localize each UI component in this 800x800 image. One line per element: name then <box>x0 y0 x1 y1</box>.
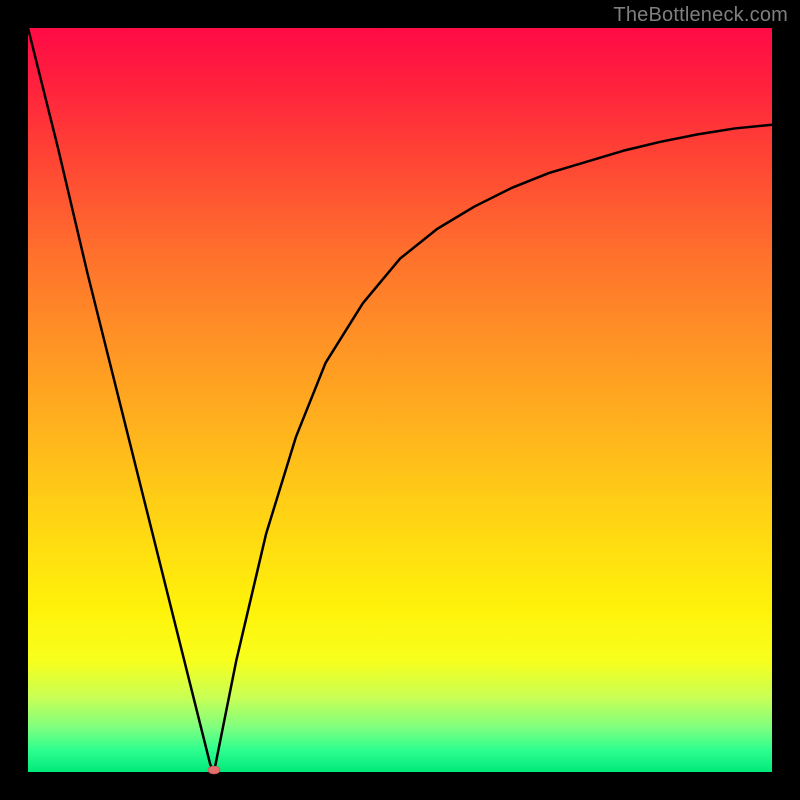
plot-area <box>28 28 772 772</box>
chart-svg <box>28 28 772 772</box>
watermark-text: TheBottleneck.com <box>613 4 788 27</box>
chart-frame: TheBottleneck.com <box>0 0 800 800</box>
bottleneck-curve <box>28 28 772 772</box>
min-marker <box>208 766 220 774</box>
